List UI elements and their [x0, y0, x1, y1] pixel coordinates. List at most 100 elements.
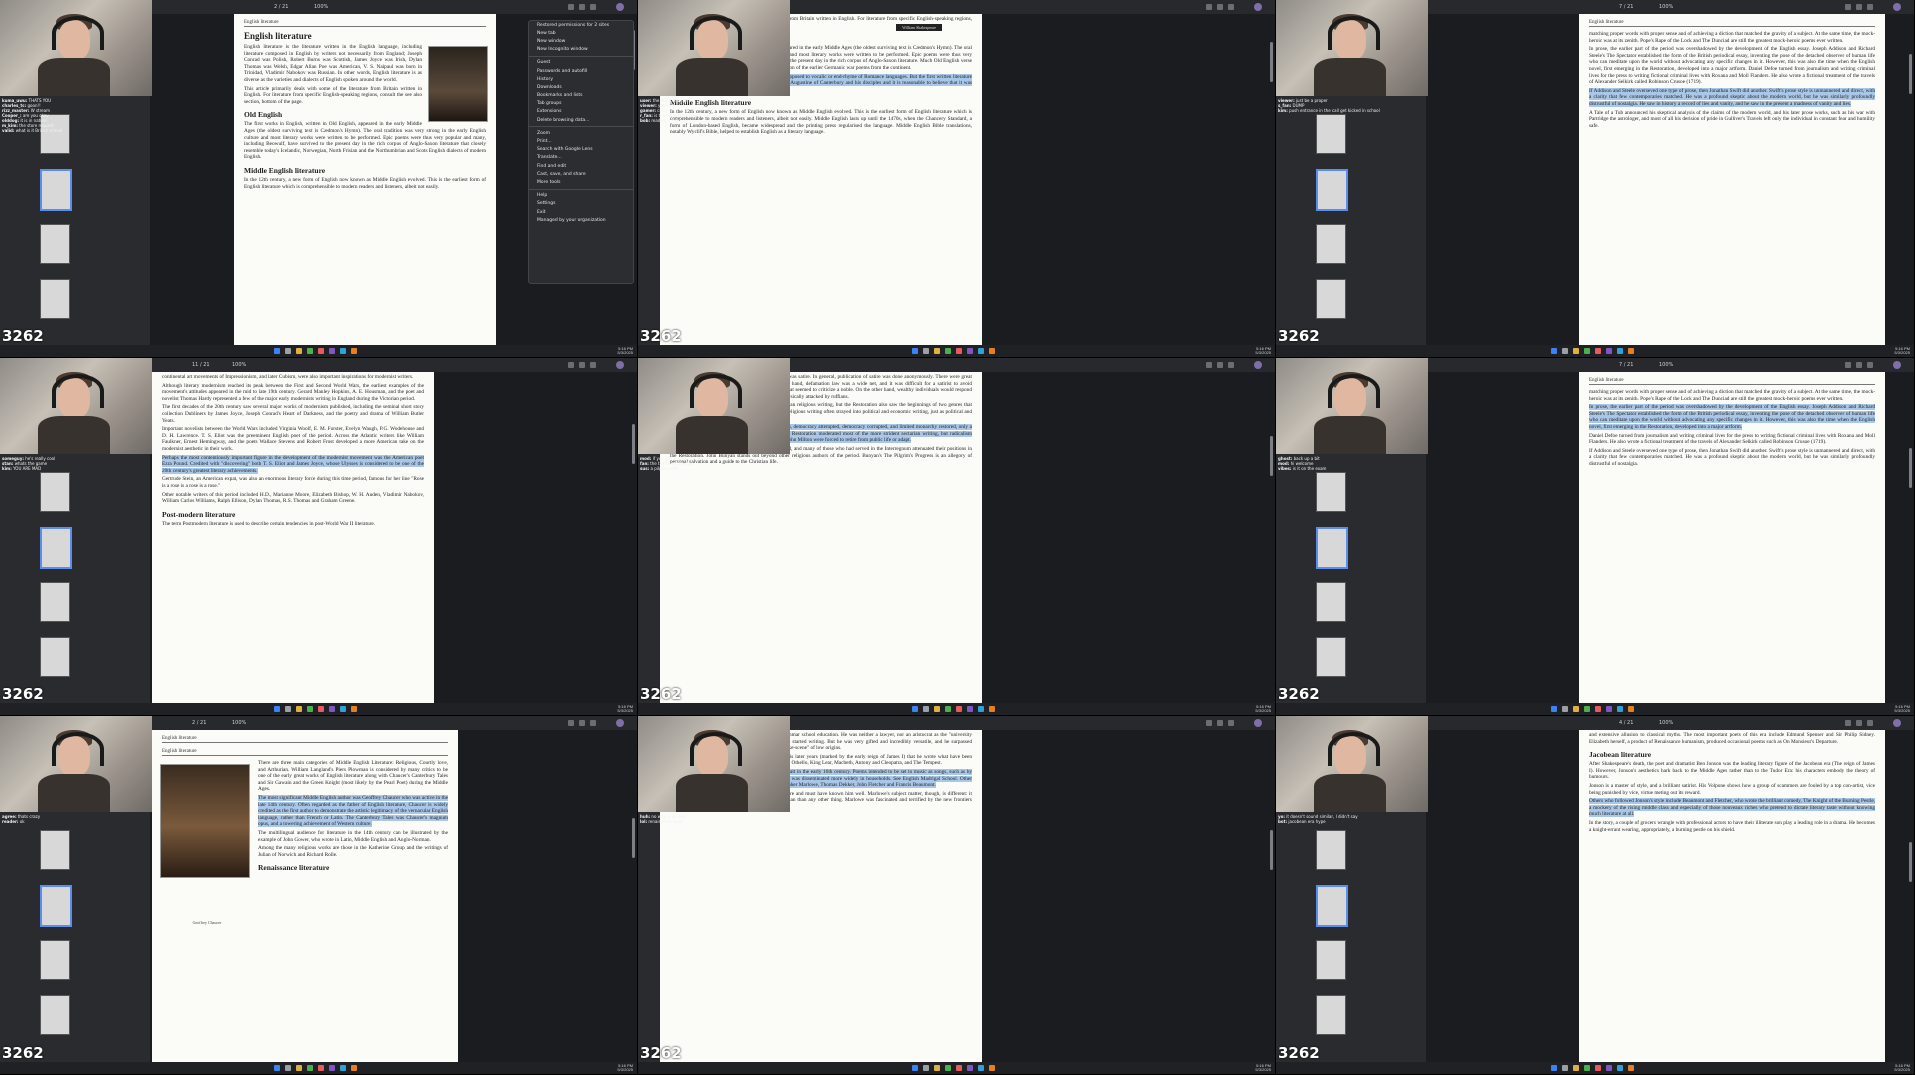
taskbar-icon[interactable] — [351, 348, 357, 354]
more-icon[interactable] — [590, 362, 596, 368]
page-thumbnail[interactable] — [1316, 637, 1346, 677]
more-icon[interactable] — [590, 4, 596, 10]
zoom-level[interactable]: 100% — [232, 720, 246, 726]
zoom-level[interactable]: 100% — [1659, 362, 1673, 368]
menu-item[interactable]: Extensions — [529, 108, 633, 116]
taskbar-icon[interactable] — [1550, 1065, 1557, 1071]
scrollbar[interactable] — [1270, 436, 1273, 476]
scrollbar[interactable] — [1270, 42, 1273, 82]
taskbar-icon[interactable] — [1561, 706, 1568, 712]
taskbar-icon[interactable] — [1594, 1065, 1601, 1071]
taskbar-icon[interactable] — [912, 706, 918, 712]
zoom-level[interactable]: 100% — [1659, 720, 1673, 726]
taskbar-icon[interactable] — [923, 706, 929, 712]
print-icon[interactable] — [579, 720, 585, 726]
taskbar-icon[interactable] — [912, 348, 918, 354]
taskbar-icon[interactable] — [285, 706, 291, 712]
page-thumbnail[interactable] — [40, 995, 70, 1035]
page-thumbnail[interactable] — [1316, 472, 1346, 512]
taskbar-icon[interactable] — [285, 1065, 291, 1071]
taskbar-icon[interactable] — [923, 1065, 929, 1071]
page-thumbnail[interactable] — [1316, 582, 1346, 622]
taskbar-icon[interactable] — [340, 706, 346, 712]
menu-item[interactable]: Settings — [529, 200, 633, 208]
menu-item[interactable]: Managed by your organization — [529, 216, 633, 224]
taskbar-icon[interactable] — [934, 348, 940, 354]
taskbar-icon[interactable] — [1605, 348, 1612, 354]
scrollbar[interactable] — [632, 424, 635, 464]
menu-item[interactable]: Find and edit — [529, 162, 633, 170]
taskbar-icon[interactable] — [329, 1065, 335, 1071]
profile-avatar[interactable] — [616, 361, 624, 369]
taskbar-icon[interactable] — [967, 348, 973, 354]
page-indicator[interactable]: 7 / 21 — [1619, 4, 1633, 10]
page-thumbnail[interactable] — [40, 885, 72, 927]
taskbar-icon[interactable] — [318, 348, 324, 354]
profile-avatar[interactable] — [1893, 361, 1901, 369]
zoom-level[interactable]: 100% — [314, 4, 328, 10]
page-thumbnail[interactable] — [1316, 885, 1348, 927]
taskbar-icon[interactable] — [1550, 348, 1557, 354]
menu-item[interactable]: New tab — [529, 29, 633, 37]
page-thumbnail[interactable] — [1316, 995, 1346, 1035]
page-thumbnail[interactable] — [1316, 830, 1346, 870]
taskbar-icon[interactable] — [329, 706, 335, 712]
taskbar-icon[interactable] — [945, 706, 951, 712]
download-icon[interactable] — [1845, 720, 1851, 726]
page-thumbnail[interactable] — [1316, 169, 1348, 211]
taskbar-icon[interactable] — [945, 1065, 951, 1071]
profile-avatar[interactable] — [1254, 719, 1262, 727]
scrollbar[interactable] — [1909, 448, 1912, 488]
taskbar-icon[interactable] — [1561, 348, 1568, 354]
taskbar-icon[interactable] — [1550, 706, 1557, 712]
page-thumbnail[interactable] — [1316, 224, 1346, 264]
download-icon[interactable] — [1845, 4, 1851, 10]
menu-item[interactable]: Delete browsing data... — [529, 116, 633, 124]
print-icon[interactable] — [579, 362, 585, 368]
taskbar-icon[interactable] — [318, 706, 324, 712]
taskbar-icon[interactable] — [923, 348, 929, 354]
taskbar-icon[interactable] — [307, 348, 313, 354]
more-icon[interactable] — [1228, 362, 1234, 368]
page-thumbnail[interactable] — [40, 830, 70, 870]
page-thumbnail[interactable] — [40, 527, 72, 569]
download-icon[interactable] — [568, 362, 574, 368]
taskbar-icon[interactable] — [307, 706, 313, 712]
print-icon[interactable] — [579, 4, 585, 10]
taskbar-icon[interactable] — [1616, 1065, 1623, 1071]
menu-item[interactable]: Tab groups — [529, 100, 633, 108]
taskbar-icon[interactable] — [1572, 1065, 1579, 1071]
profile-avatar[interactable] — [616, 3, 624, 11]
page-thumbnail[interactable] — [40, 279, 70, 319]
taskbar-icon[interactable] — [945, 348, 951, 354]
taskbar-icon[interactable] — [967, 1065, 973, 1071]
taskbar-icon[interactable] — [1616, 348, 1623, 354]
download-icon[interactable] — [1206, 362, 1212, 368]
zoom-level[interactable]: 100% — [1659, 4, 1673, 10]
download-icon[interactable] — [568, 4, 574, 10]
page-thumbnail[interactable] — [1316, 527, 1348, 569]
scrollbar[interactable] — [1909, 842, 1912, 882]
menu-item[interactable]: Cast, save, and share — [529, 170, 633, 178]
more-icon[interactable] — [590, 720, 596, 726]
taskbar-icon[interactable] — [967, 706, 973, 712]
profile-avatar[interactable] — [1254, 361, 1262, 369]
taskbar-icon[interactable] — [956, 348, 962, 354]
taskbar-icon[interactable] — [340, 1065, 346, 1071]
menu-item[interactable]: New Incognito window — [529, 46, 633, 54]
taskbar-icon[interactable] — [296, 706, 302, 712]
taskbar-icon[interactable] — [307, 1065, 313, 1071]
taskbar-icon[interactable] — [351, 1065, 357, 1071]
taskbar-icon[interactable] — [934, 706, 940, 712]
scrollbar[interactable] — [1270, 830, 1273, 870]
more-icon[interactable] — [1867, 720, 1873, 726]
taskbar-icon[interactable] — [1572, 348, 1579, 354]
taskbar-icon[interactable] — [956, 706, 962, 712]
taskbar-icon[interactable] — [1594, 348, 1601, 354]
menu-item[interactable]: Exit — [529, 208, 633, 216]
taskbar-icon[interactable] — [1605, 1065, 1612, 1071]
download-icon[interactable] — [1206, 720, 1212, 726]
menu-item[interactable]: Downloads — [529, 83, 633, 91]
menu-item[interactable]: Bookmarks and lists — [529, 92, 633, 100]
menu-item[interactable]: History — [529, 75, 633, 83]
